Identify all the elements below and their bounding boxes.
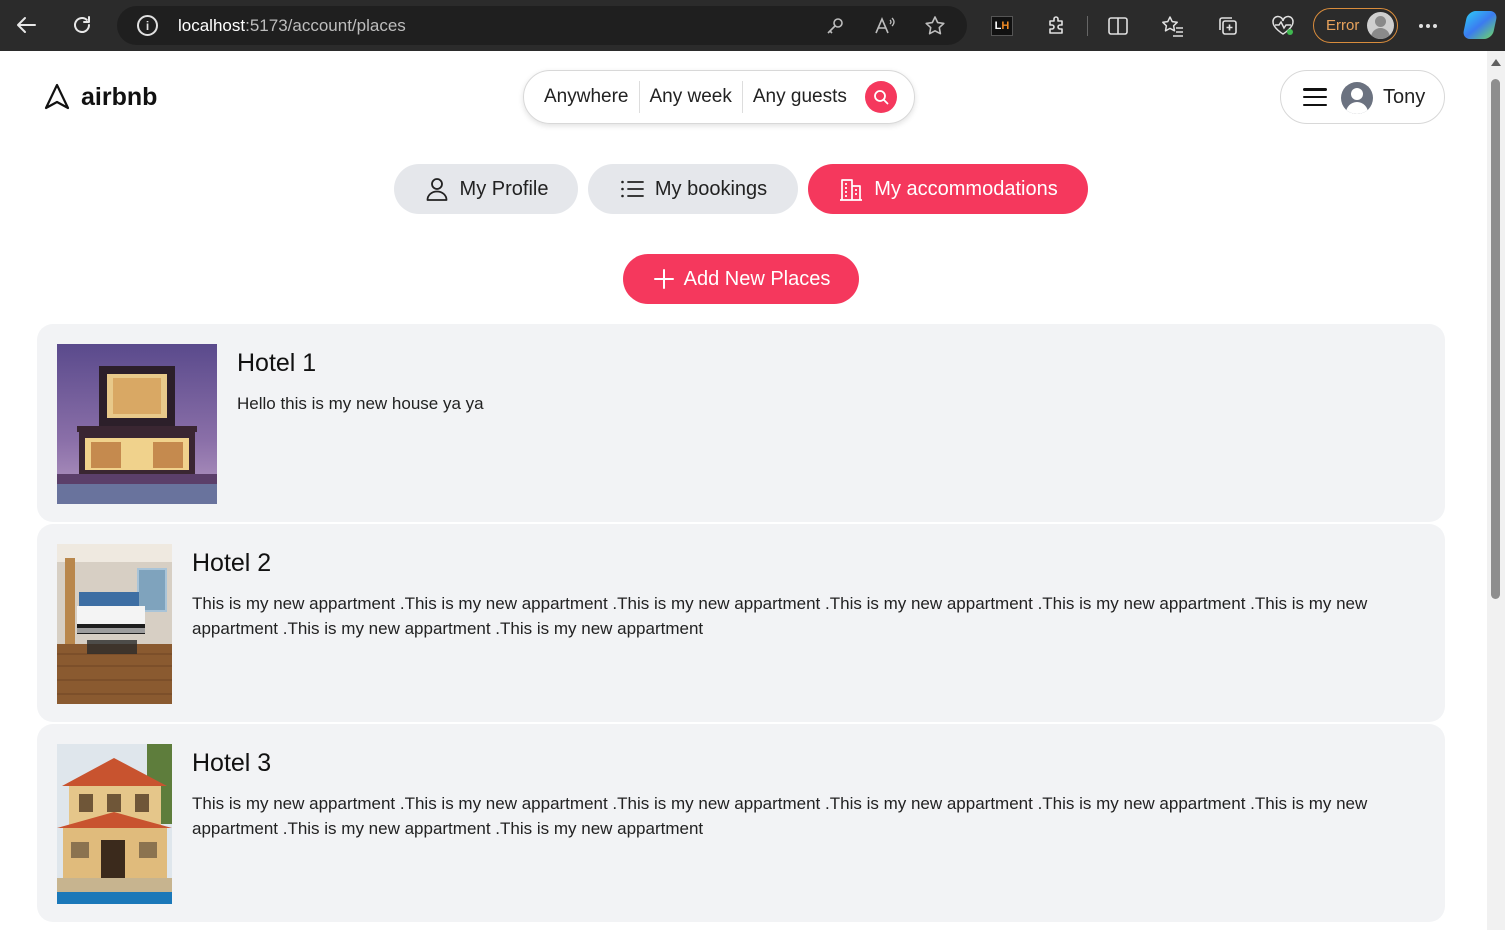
building-icon (840, 179, 863, 201)
plus-icon (653, 269, 674, 289)
browser-toolbar: i localhost:5173/account/places LH Error (0, 0, 1505, 51)
copilot-icon[interactable] (1462, 11, 1498, 39)
search-button[interactable] (865, 81, 897, 113)
airbnb-logo-icon (44, 83, 70, 110)
place-description: Hello this is my new house ya ya (237, 394, 484, 413)
user-avatar-icon (1341, 82, 1373, 114)
place-description: This is my new appartment .This is my ne… (192, 594, 1368, 638)
search-divider (741, 81, 743, 113)
address-bar[interactable]: i localhost:5173/account/places (117, 6, 967, 45)
user-menu-button[interactable]: Tony (1280, 70, 1445, 124)
place-title: Hotel 1 (237, 349, 317, 377)
back-icon[interactable] (8, 7, 44, 43)
place-card[interactable]: Hotel 3 This is my new appartment .This … (37, 724, 1445, 922)
search-when[interactable]: Any week (650, 86, 732, 108)
list-icon (621, 180, 644, 198)
place-title: Hotel 3 (192, 749, 272, 777)
profile-avatar-icon (1367, 12, 1394, 39)
tab-label: My Profile (459, 177, 549, 200)
user-icon (426, 178, 447, 201)
lighthouse-icon[interactable]: LH (991, 16, 1013, 36)
add-new-place-label: Add New Places (683, 267, 831, 290)
search-where[interactable]: Anywhere (544, 86, 629, 108)
favorites-icon[interactable] (1159, 12, 1187, 40)
place-description: This is my new appartment .This is my ne… (192, 794, 1368, 838)
read-aloud-icon[interactable] (873, 14, 897, 38)
search-icon (874, 90, 889, 105)
search-divider (638, 81, 640, 113)
performance-icon[interactable] (1269, 12, 1297, 40)
place-card[interactable]: Hotel 1 Hello this is my new house ya ya (37, 324, 1445, 522)
reload-icon[interactable] (64, 7, 100, 43)
page-scrollbar[interactable] (1487, 51, 1505, 930)
search-who[interactable]: Any guests (753, 86, 847, 108)
logo[interactable]: airbnb (43, 82, 157, 112)
key-icon[interactable] (823, 14, 847, 38)
villa-photo (57, 744, 172, 904)
user-name: Tony (1383, 86, 1426, 108)
place-title: Hotel 2 (192, 549, 272, 577)
split-screen-icon[interactable] (1104, 12, 1132, 40)
extensions-icon[interactable] (1043, 12, 1071, 40)
hotel-room-photo (57, 544, 172, 704)
favorite-star-icon[interactable] (923, 14, 947, 38)
profile-error-button[interactable]: Error (1313, 8, 1398, 43)
modern-house-photo (57, 344, 217, 504)
scrollbar-thumb[interactable] (1491, 79, 1500, 599)
more-icon[interactable] (1414, 12, 1442, 40)
profile-status-label: Error (1326, 17, 1360, 34)
tab-label: My bookings (654, 177, 768, 200)
search-bar[interactable]: Anywhere Any week Any guests (523, 70, 915, 124)
scroll-up-icon[interactable] (1491, 59, 1501, 66)
place-card[interactable]: Hotel 2 This is my new appartment .This … (37, 524, 1445, 722)
info-icon[interactable]: i (137, 15, 158, 36)
logo-text: airbnb (81, 82, 158, 111)
tab-my-accommodations[interactable]: My accommodations (808, 164, 1088, 214)
add-new-place-button[interactable]: Add New Places (623, 254, 859, 304)
toolbar-divider (1087, 16, 1088, 36)
tab-my-bookings[interactable]: My bookings (588, 164, 798, 214)
tab-label: My accommodations (874, 177, 1058, 200)
tab-my-profile[interactable]: My Profile (394, 164, 578, 214)
collections-icon[interactable] (1214, 12, 1242, 40)
hamburger-menu-icon (1303, 88, 1327, 106)
url-text[interactable]: localhost:5173/account/places (178, 16, 406, 36)
